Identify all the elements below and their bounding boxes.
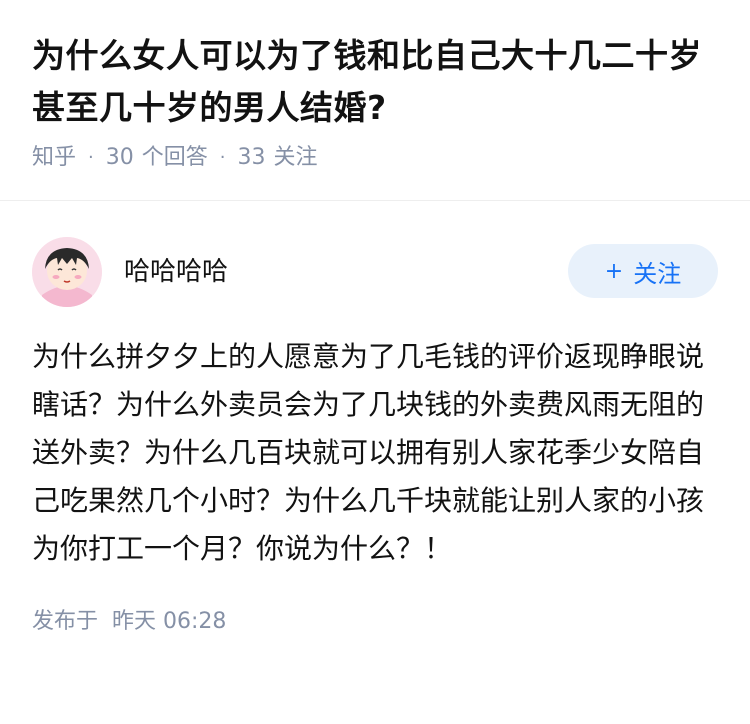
follower-count: 33	[237, 145, 266, 170]
meta-separator: ·	[219, 147, 226, 168]
cartoon-girl-avatar-icon	[32, 237, 102, 307]
publish-timestamp: 昨天 06:28	[112, 609, 227, 634]
question-header: 为什么女人可以为了钱和比自己大十几二十岁甚至几十岁的男人结婚? 知乎 · 30 …	[0, 0, 750, 170]
meta-separator: ·	[88, 147, 94, 168]
section-divider	[0, 200, 750, 201]
answer-count-label[interactable]: 个回答	[142, 144, 208, 172]
follow-button-label: 关注	[633, 259, 682, 288]
answer-count: 30	[105, 145, 134, 170]
follow-button[interactable]: + 关注	[568, 244, 718, 298]
source-label[interactable]: 知乎	[32, 144, 76, 172]
question-meta: 知乎 · 30 个回答 · 33 关注	[32, 144, 718, 172]
follower-count-label[interactable]: 关注	[274, 144, 318, 172]
answer-card: 哈哈哈哈 + 关注 为什么拼夕夕上的人愿意为了几毛钱的评价返现睁眼说瞎话？为什么…	[0, 237, 750, 635]
plus-icon: +	[604, 258, 624, 284]
answer-content[interactable]: 为什么拼夕夕上的人愿意为了几毛钱的评价返现睁眼说瞎话？为什么外卖员会为了几块钱的…	[32, 333, 712, 573]
publish-label: 发布于	[32, 609, 99, 634]
publish-time: 发布于 昨天 06:28	[32, 603, 718, 635]
question-title[interactable]: 为什么女人可以为了钱和比自己大十几二十岁甚至几十岁的男人结婚?	[32, 30, 718, 134]
author-row: 哈哈哈哈 + 关注	[32, 237, 718, 307]
author-name[interactable]: 哈哈哈哈	[124, 251, 568, 288]
avatar[interactable]	[32, 237, 102, 307]
